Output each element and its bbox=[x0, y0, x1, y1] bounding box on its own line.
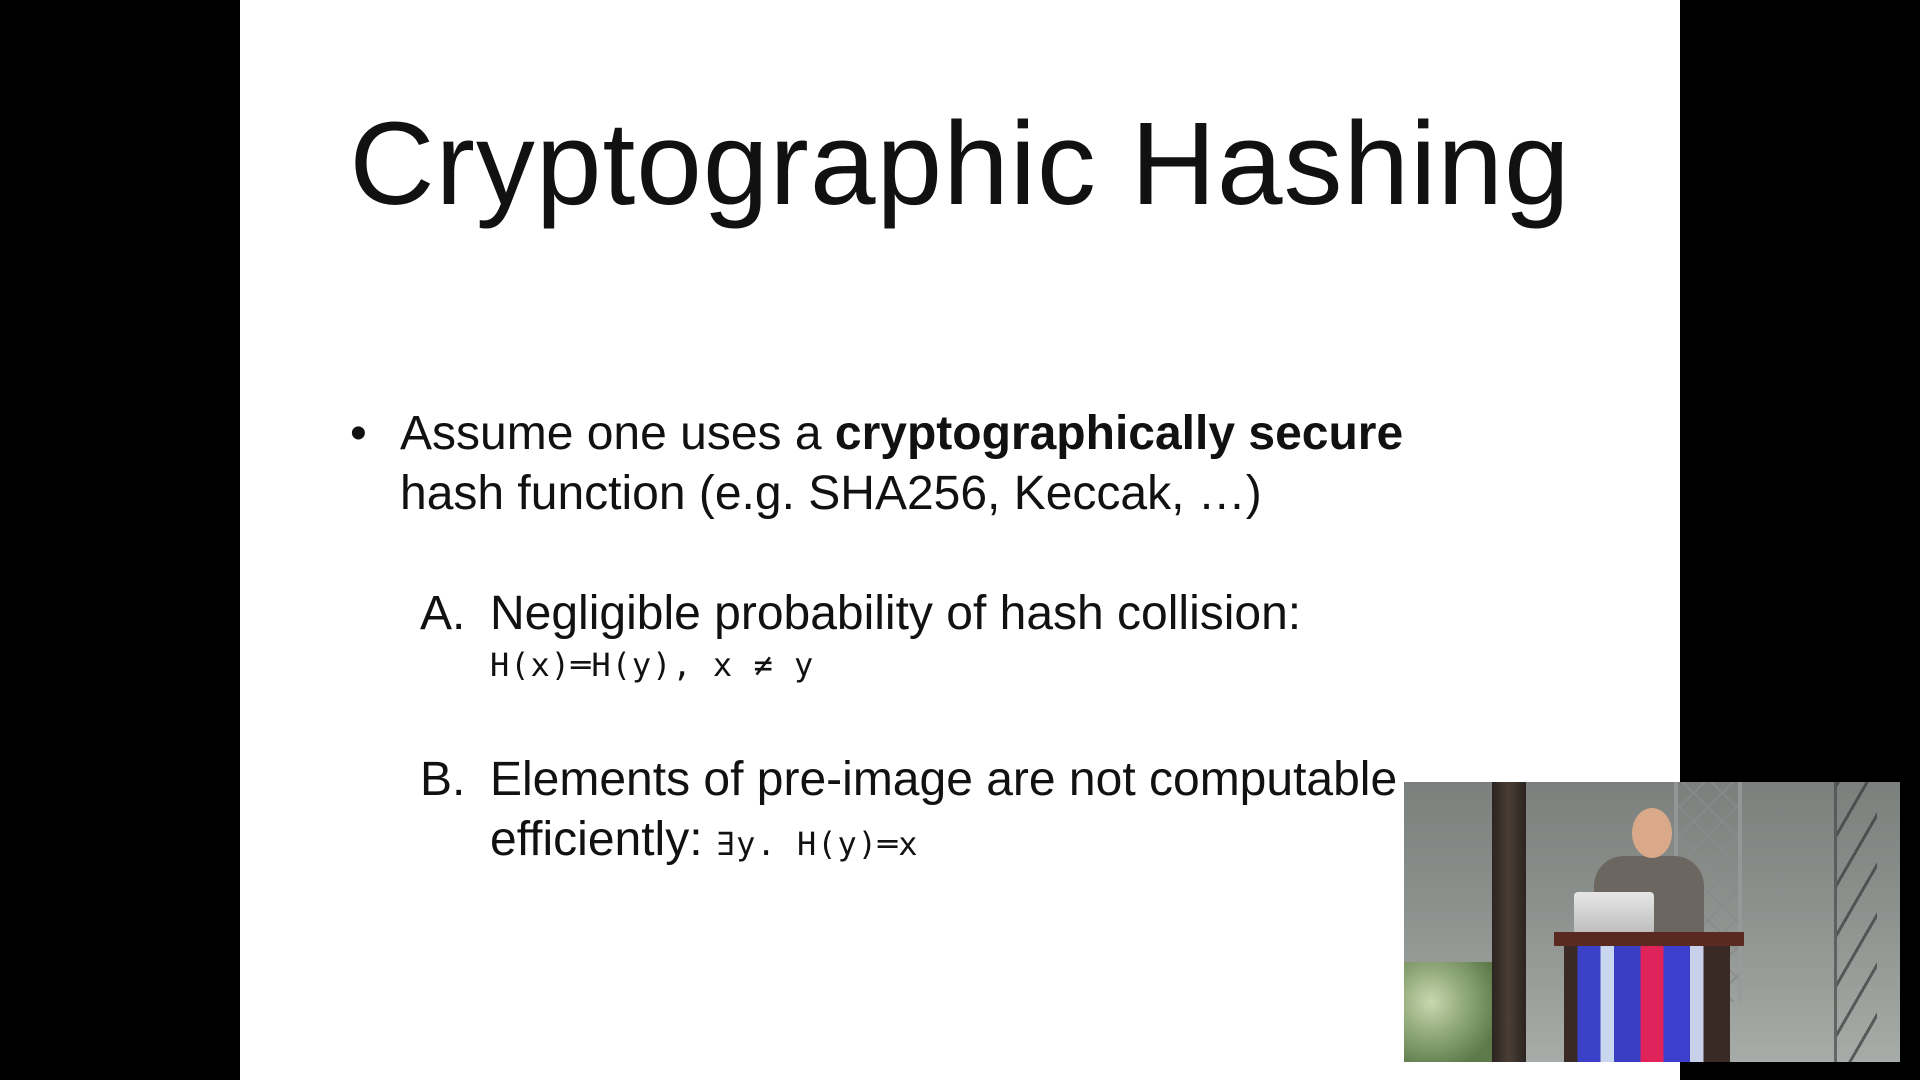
collision-formula: H(x)═H(y), x ≠ y bbox=[490, 646, 815, 684]
slide-title: Cryptographic Hashing bbox=[349, 98, 1571, 230]
tent-pole bbox=[1492, 782, 1526, 1062]
sub-item-text-line2: efficiently: bbox=[490, 813, 703, 866]
bullet-text-post: hash function (e.g. SHA256, Keccak, …) bbox=[400, 467, 1262, 520]
lectern bbox=[1564, 946, 1730, 1062]
sub-item-letter: A. bbox=[420, 587, 466, 640]
stage-truss-right bbox=[1834, 782, 1877, 1062]
sub-item-letter: B. bbox=[420, 753, 466, 806]
speaker-video-overlay bbox=[1404, 782, 1900, 1062]
sub-item-text: Negligible probability of hash collision… bbox=[490, 587, 1302, 640]
speaker-head bbox=[1632, 808, 1672, 858]
laptop bbox=[1574, 892, 1654, 934]
video-frame: Cryptographic Hashing • Assume one uses … bbox=[0, 0, 1920, 1080]
foliage bbox=[1404, 962, 1494, 1062]
bullet-text: Assume one uses a cryptographically secu… bbox=[400, 404, 1520, 524]
bullet-symbol: • bbox=[350, 407, 367, 460]
lectern-top bbox=[1554, 932, 1744, 946]
sub-item-body: Elements of pre-image are not computable… bbox=[490, 750, 1550, 874]
bullet-text-bold: cryptographically secure bbox=[834, 407, 1404, 460]
sub-item-body: Negligible probability of hash collision… bbox=[490, 584, 1550, 686]
preimage-formula: ∃y. H(y)═x bbox=[715, 825, 919, 863]
sub-item-text-line1: Elements of pre-image are not computable bbox=[490, 753, 1398, 806]
bullet-text-pre: Assume one uses a bbox=[400, 407, 835, 460]
